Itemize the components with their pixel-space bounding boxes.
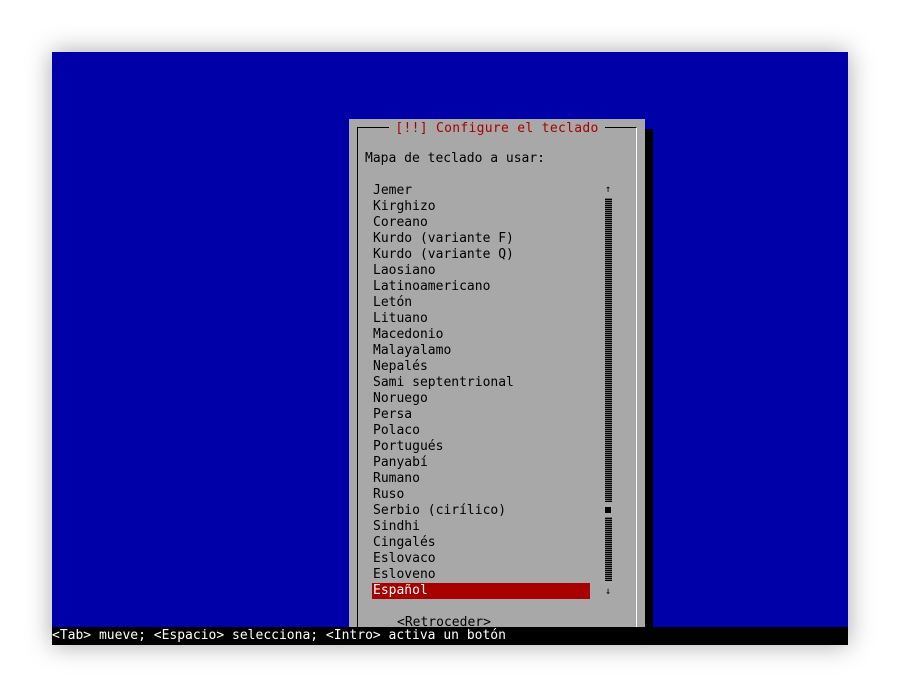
dialog-title-bar: [!!] Configure el teclado <box>349 119 645 136</box>
scrollbar-track-lower <box>605 517 612 581</box>
keymap-option[interactable]: Cingalés <box>372 535 590 551</box>
keymap-option[interactable]: Letón <box>372 295 590 311</box>
keymap-option[interactable]: Ruso <box>372 487 590 503</box>
dialog-title: [!!] Configure el teclado <box>389 121 605 136</box>
keymap-prompt: Mapa de teclado a usar: <box>365 151 546 166</box>
keymap-option[interactable]: Noruego <box>372 391 590 407</box>
scrollbar-track-upper <box>605 198 612 502</box>
keymap-option[interactable]: Lituano <box>372 311 590 327</box>
keymap-option[interactable]: Jemer <box>372 183 590 199</box>
scrollbar-thumb[interactable] <box>605 507 611 513</box>
keymap-option[interactable]: Malayalamo <box>372 343 590 359</box>
keymap-option[interactable]: Laosiano <box>372 263 590 279</box>
keymap-option[interactable]: Polaco <box>372 423 590 439</box>
list-scrollbar[interactable]: ↑ ↓ <box>603 185 613 597</box>
keymap-option[interactable]: Eslovaco <box>372 551 590 567</box>
keymap-option[interactable]: Español <box>372 583 590 599</box>
scroll-up-arrow-icon[interactable]: ↑ <box>603 185 613 195</box>
keymap-option[interactable]: Sindhi <box>372 519 590 535</box>
keymap-option[interactable]: Panyabí <box>372 455 590 471</box>
installer-screen: [!!] Configure el teclado Mapa de teclad… <box>52 52 848 645</box>
keymap-option[interactable]: Rumano <box>372 471 590 487</box>
keymap-option[interactable]: Sami septentrional <box>372 375 590 391</box>
keymap-option[interactable]: Serbio (cirílico) <box>372 503 590 519</box>
keymap-option[interactable]: Kurdo (variante Q) <box>372 247 590 263</box>
keyboard-config-dialog: [!!] Configure el teclado Mapa de teclad… <box>349 119 645 645</box>
keymap-option[interactable]: Macedonio <box>372 327 590 343</box>
status-bar: <Tab> mueve; <Espacio> selecciona; <Intr… <box>52 627 848 645</box>
keymap-list[interactable]: Jemer Kirghizo Coreano Kurdo (variante F) Ku… <box>372 183 590 599</box>
scroll-down-arrow-icon[interactable]: ↓ <box>603 587 613 597</box>
keymap-option[interactable]: Persa <box>372 407 590 423</box>
keymap-option[interactable]: Esloveno <box>372 567 590 583</box>
keymap-option[interactable]: Latinoamericano <box>372 279 590 295</box>
keymap-option[interactable]: Portugués <box>372 439 590 455</box>
keymap-option[interactable]: Coreano <box>372 215 590 231</box>
keymap-option[interactable]: Nepalés <box>372 359 590 375</box>
keymap-option[interactable]: Kurdo (variante F) <box>372 231 590 247</box>
keymap-option[interactable]: Kirghizo <box>372 199 590 215</box>
